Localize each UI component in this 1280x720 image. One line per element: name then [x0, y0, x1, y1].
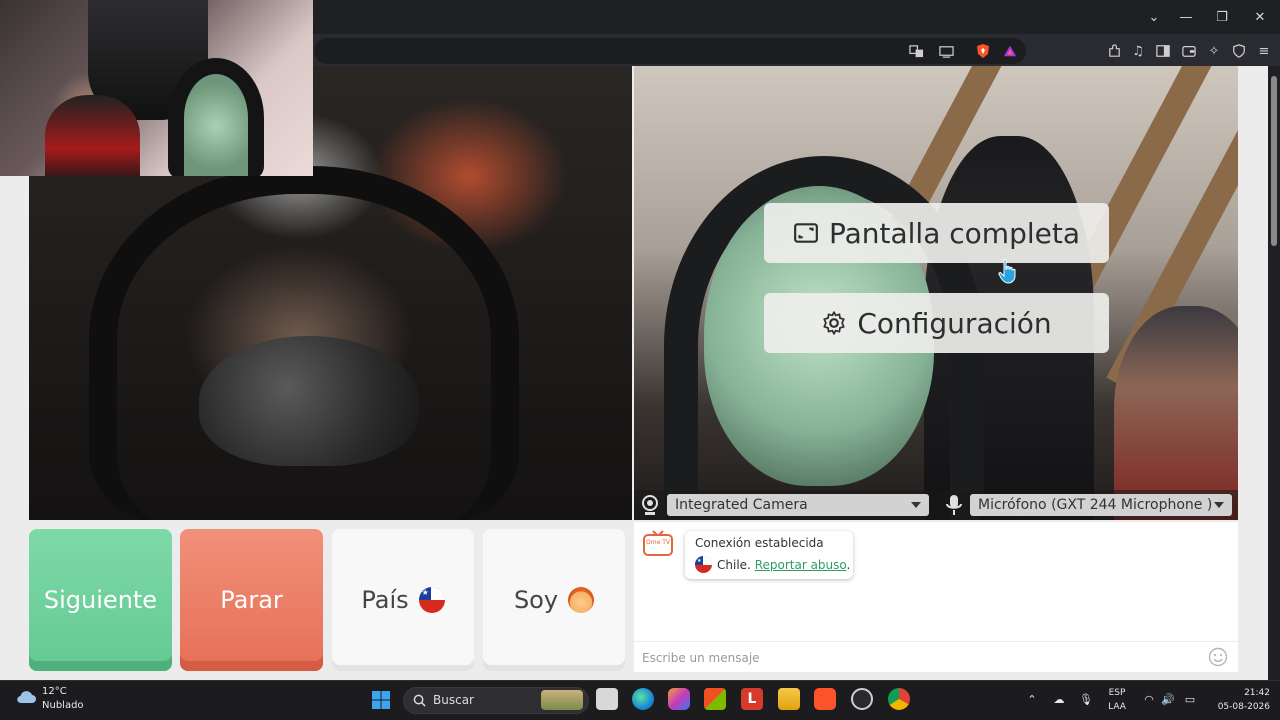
preview-figure — [168, 58, 264, 176]
task-view-icon[interactable] — [596, 688, 618, 710]
chile-flag-icon: ★ — [695, 556, 712, 573]
video-figure — [1114, 306, 1238, 520]
camera-select[interactable]: Integrated Camera — [667, 494, 929, 516]
self-preview — [0, 0, 313, 176]
chevron-up-icon[interactable]: ⌃ — [1025, 692, 1039, 706]
close-button[interactable]: ✕ — [1246, 6, 1274, 28]
file-explorer-icon[interactable] — [778, 688, 800, 710]
windows-start-icon[interactable] — [371, 690, 391, 710]
report-abuse-link[interactable]: Reportar abuso — [755, 558, 847, 572]
wallet-icon[interactable] — [1179, 41, 1199, 61]
video-figure — [199, 336, 419, 466]
settings-label: Configuración — [857, 306, 1052, 340]
maximize-icon: ❐ — [1216, 9, 1228, 25]
country-button[interactable]: País ★ — [332, 529, 474, 671]
microphone-icon — [946, 495, 962, 515]
gear-icon — [823, 311, 845, 335]
partner-country: Chile. — [717, 557, 751, 572]
brave-shields-icon[interactable] — [973, 41, 993, 61]
cloud-icon[interactable] — [15, 689, 37, 705]
minimize-icon: — — [1179, 9, 1193, 25]
vpn-icon[interactable] — [1229, 41, 1249, 61]
scrollbar-thumb[interactable] — [1271, 76, 1277, 246]
search-label: Buscar — [433, 693, 474, 707]
gender-button[interactable]: Soy — [483, 529, 625, 671]
brave-browser-icon[interactable] — [814, 688, 836, 710]
fullscreen-icon — [794, 223, 818, 243]
microphone-select[interactable]: Micrófono (GXT 244 Microphone ) — [970, 494, 1232, 516]
edge-icon[interactable] — [632, 688, 654, 710]
ometv-logo-icon: Ome TV — [643, 530, 673, 556]
weather-description[interactable]: Nublado — [42, 700, 84, 711]
language-indicator[interactable]: ESP — [1104, 688, 1130, 698]
chrome-icon[interactable] — [888, 688, 910, 710]
camera-select-value: Integrated Camera — [675, 497, 808, 513]
sentence-period: . — [846, 557, 851, 572]
cast-icon[interactable] — [936, 41, 956, 61]
hand-cursor-icon — [998, 258, 1016, 284]
sidebar-icon[interactable] — [1153, 41, 1173, 61]
microphone-select-value: Micrófono (GXT 244 Microphone ) — [978, 497, 1213, 513]
boy-avatar-icon — [568, 587, 595, 613]
fullscreen-label: Pantalla completa — [828, 216, 1080, 250]
partner-info: ★ Chile. Reportar abuso. — [695, 556, 850, 573]
weather-temperature[interactable]: 12°C — [42, 686, 67, 697]
keyboard-layout[interactable]: LAA — [1104, 702, 1130, 712]
translate-icon[interactable] — [906, 41, 926, 61]
next-button[interactable]: Siguiente — [29, 529, 172, 671]
preview-figure — [45, 95, 140, 176]
search-icon — [413, 694, 426, 707]
fullscreen-button[interactable]: Pantalla completa — [764, 203, 1109, 263]
clock-date[interactable]: 05-08-2026 — [1206, 702, 1270, 712]
gender-label: Soy — [513, 586, 559, 614]
screen: ⌄ — ❐ ✕ ♫ ✧ ≡ Pantalla completa Configur… — [0, 0, 1280, 720]
chile-flag-icon: ★ — [418, 587, 445, 613]
wifi-icon[interactable]: ◠ — [1142, 692, 1156, 706]
next-label: Siguiente — [43, 586, 158, 614]
chevron-down-icon: ⌄ — [1148, 9, 1160, 25]
country-label: País — [361, 586, 409, 614]
logo-text: Ome TV — [646, 539, 671, 546]
clock-time[interactable]: 21:42 — [1206, 688, 1270, 698]
music-icon[interactable]: ♫ — [1128, 41, 1148, 61]
app-circle-icon[interactable] — [851, 688, 873, 710]
microphone-tray-icon[interactable]: 🎙 — [1079, 692, 1093, 706]
extensions-icon[interactable] — [1104, 41, 1124, 61]
maximize-button[interactable]: ❐ — [1208, 6, 1236, 28]
volume-icon[interactable]: 🔊 — [1161, 692, 1175, 706]
menu-icon[interactable]: ≡ — [1254, 41, 1274, 61]
message-input[interactable] — [642, 648, 1202, 668]
onedrive-icon[interactable]: ☁ — [1052, 692, 1066, 706]
search-highlight-image — [541, 690, 583, 710]
settings-button[interactable]: Configuración — [764, 293, 1109, 353]
app-l-icon[interactable]: L — [741, 688, 763, 710]
stop-label: Parar — [220, 586, 283, 614]
minimize-button[interactable]: — — [1172, 6, 1200, 28]
emoji-icon[interactable] — [1208, 647, 1228, 667]
copilot-icon[interactable] — [668, 688, 690, 710]
store-icon[interactable] — [704, 688, 726, 710]
battery-icon[interactable]: ▭ — [1183, 692, 1197, 706]
stop-button[interactable]: Parar — [180, 529, 323, 671]
chevron-down-icon — [1214, 502, 1224, 508]
leo-ai-icon[interactable]: ✧ — [1204, 41, 1224, 61]
chevron-down-icon — [911, 502, 921, 508]
webcam-icon — [642, 495, 658, 515]
message-composer — [634, 641, 1238, 672]
brave-rewards-icon[interactable] — [1000, 41, 1020, 61]
tab-list-dropdown[interactable]: ⌄ — [1140, 6, 1168, 28]
close-icon: ✕ — [1254, 9, 1266, 25]
connection-status: Conexión establecida — [695, 536, 824, 550]
